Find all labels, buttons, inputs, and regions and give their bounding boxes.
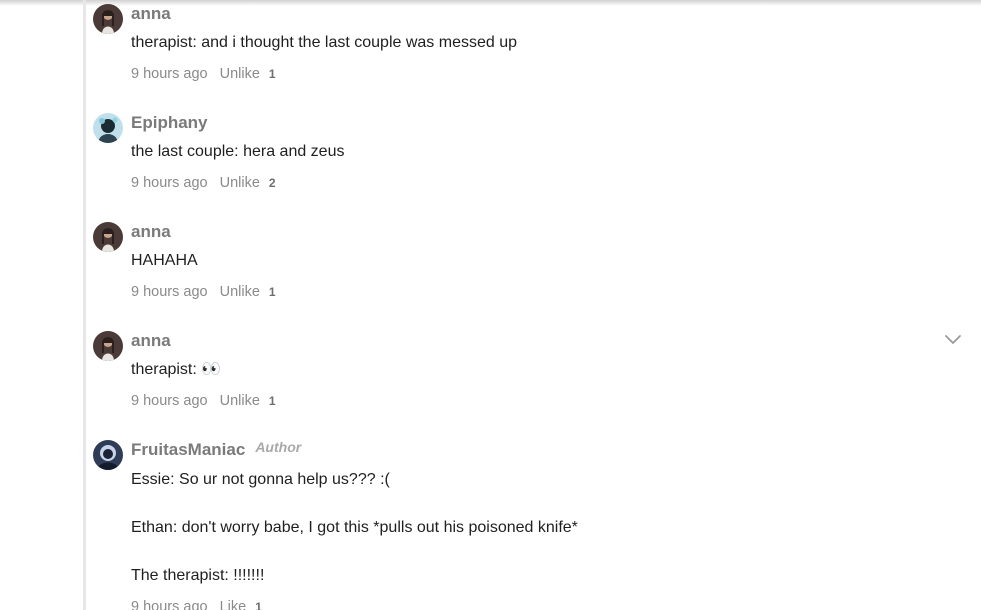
chevron-down-icon[interactable] xyxy=(944,332,962,344)
user-avatar-epiphany-icon[interactable] xyxy=(93,113,123,143)
timestamp: 9 hours ago xyxy=(131,175,208,191)
author-name[interactable]: Epiphany xyxy=(131,113,208,133)
comment-line: HAHAHA xyxy=(131,252,198,269)
author-name[interactable]: FruitasManiac xyxy=(131,440,245,460)
unlike-button[interactable]: Unlike xyxy=(220,174,260,192)
comment-meta: 9 hours ago Unlike 1 xyxy=(131,283,951,301)
timestamp: 9 hours ago xyxy=(131,66,208,82)
comments-page: anna therapist: and i thought the last c… xyxy=(0,0,981,610)
author-name[interactable]: anna xyxy=(131,4,171,24)
like-count: 1 xyxy=(268,394,276,408)
author-name[interactable]: anna xyxy=(131,331,171,351)
comment-line: Essie: So ur not gonna help us??? :( xyxy=(131,471,390,488)
timestamp: 9 hours ago xyxy=(131,284,208,300)
like-count: 2 xyxy=(268,176,276,190)
comment-text: therapist: and i thought the last couple… xyxy=(131,33,951,53)
user-avatar-anna-icon[interactable] xyxy=(93,4,123,34)
timestamp: 9 hours ago xyxy=(131,599,208,610)
like-button[interactable]: Like xyxy=(220,598,247,610)
like-count: 1 xyxy=(268,67,276,81)
comment-meta: 9 hours ago Unlike 2 xyxy=(131,174,951,192)
comment-line: therapist: 👀 xyxy=(131,361,222,378)
comment-meta: 9 hours ago Unlike 1 xyxy=(131,392,951,410)
timestamp: 9 hours ago xyxy=(131,393,208,409)
comment-line: Ethan: don't worry babe, I got this *pul… xyxy=(131,519,578,536)
user-avatar-anna-icon[interactable] xyxy=(93,331,123,361)
unlike-button[interactable]: Unlike xyxy=(220,283,260,301)
like-count: 1 xyxy=(255,600,262,610)
unlike-button[interactable]: Unlike xyxy=(220,392,260,410)
comment-line: therapist: and i thought the last couple… xyxy=(131,34,518,51)
comment-meta: 9 hours ago Unlike 1 xyxy=(131,65,951,83)
comment-text: Essie: So ur not gonna help us??? :( Eth… xyxy=(131,470,951,586)
unlike-button[interactable]: Unlike xyxy=(220,65,260,83)
comment-text: HAHAHA xyxy=(131,251,951,271)
author-badge: Author xyxy=(255,439,302,455)
comment-text: the last couple: hera and zeus xyxy=(131,142,951,162)
author-name[interactable]: anna xyxy=(131,222,171,242)
user-avatar-anna-icon[interactable] xyxy=(93,222,123,252)
comment-line: The therapist: !!!!!!! xyxy=(131,567,265,584)
comment-line: the last couple: hera and zeus xyxy=(131,143,345,160)
comment-meta: 9 hours ago Like 1 xyxy=(131,598,951,610)
comment-text: therapist: 👀 xyxy=(131,360,951,380)
thread-line xyxy=(83,0,86,610)
user-avatar-fruitasmaniac-icon[interactable] xyxy=(93,440,123,470)
like-count: 1 xyxy=(268,285,276,299)
